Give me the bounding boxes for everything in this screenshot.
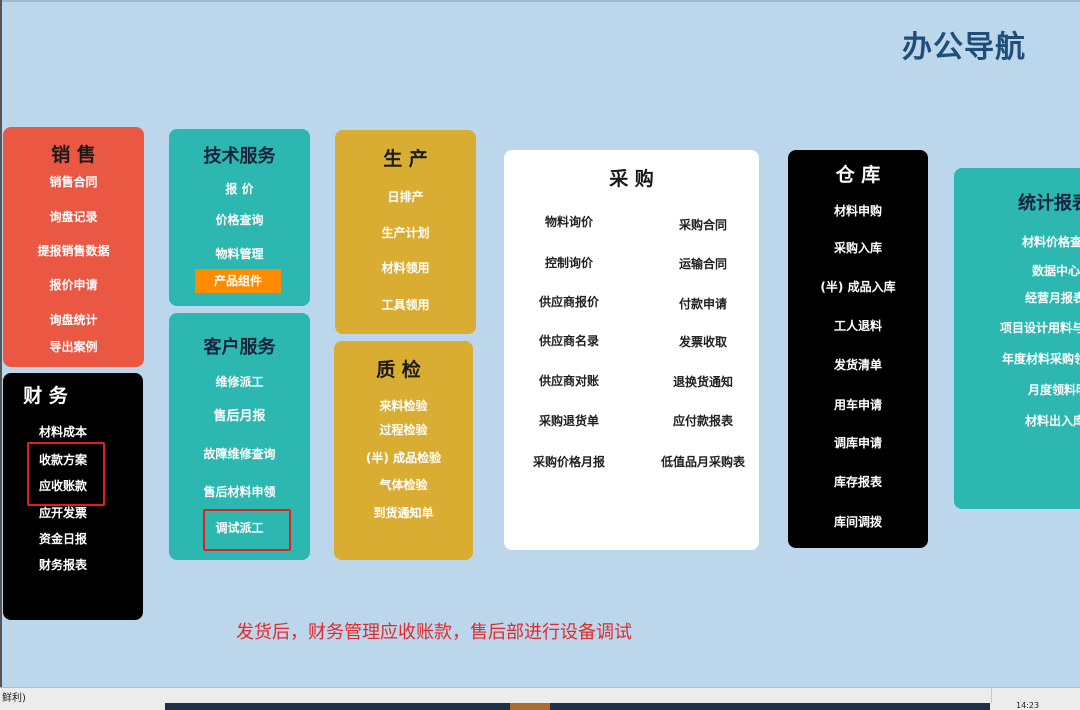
cs-item-fault-repair-query[interactable]: 故障维修查询	[169, 445, 310, 462]
finance-item-invoices-due[interactable]: 应开发票	[39, 504, 87, 521]
qc-item-gas-inspection[interactable]: 气体检验	[334, 476, 473, 493]
prod-item-tool-issue[interactable]: 工具领用	[335, 296, 476, 313]
warehouse-title: 仓 库	[835, 164, 881, 186]
tech-service-title: 技术服务	[203, 146, 276, 167]
stats-item-project-design-material[interactable]: 项目设计用料与	[1000, 319, 1080, 336]
qc-item-product-inspection[interactable]: (半) 成品检验	[334, 449, 473, 466]
purchase-item-return-notice[interactable]: 退换货通知	[648, 373, 758, 390]
left-border	[0, 0, 2, 687]
production-panel: 生 产 日排产 生产计划 材料领用 工具领用	[335, 130, 476, 334]
prod-item-daily-schedule[interactable]: 日排产	[335, 188, 476, 205]
wh-item-transfer-request[interactable]: 调库申请	[788, 434, 928, 451]
qc-item-incoming-inspection[interactable]: 来料检验	[334, 397, 473, 414]
purchase-item-control-inquiry[interactable]: 控制询价	[517, 254, 621, 271]
purchase-panel: 采 购 物料询价 控制询价 供应商报价 供应商名录 供应商对账 采购退货单 采购…	[504, 150, 759, 550]
sales-item-export-cases[interactable]: 导出案例	[3, 338, 144, 355]
qc-item-process-inspection[interactable]: 过程检验	[334, 421, 473, 438]
purchase-item-invoice-receipt[interactable]: 发票收取	[648, 333, 758, 350]
page-title: 办公导航	[902, 30, 1026, 65]
wh-item-worker-return[interactable]: 工人退料	[788, 317, 928, 334]
stats-item-material-price[interactable]: 材料价格查	[1022, 233, 1080, 250]
finance-item-daily-funds[interactable]: 资金日报	[39, 530, 87, 547]
customer-service-title: 客户服务	[203, 337, 276, 358]
wh-item-shipping-list[interactable]: 发货清单	[788, 356, 928, 373]
customer-service-panel: 客户服务 维修派工 售后月报 故障维修查询 售后材料申领 调试派工	[169, 313, 310, 560]
finance-panel: 财 务 材料成本 收款方案 应收账款 应开发票 资金日报 财务报表	[3, 373, 143, 620]
finance-item-receivables[interactable]: 应收账款	[39, 477, 87, 494]
sales-item-inquiry-stats[interactable]: 询盘统计	[3, 311, 144, 328]
finance-item-material-cost[interactable]: 材料成本	[39, 423, 87, 440]
sales-title: 销 售	[51, 144, 96, 166]
purchase-title: 采 购	[609, 168, 654, 190]
workflow-note: 发货后，财务管理应收账款，售后部进行设备调试	[236, 622, 632, 643]
stats-item-annual-purchase[interactable]: 年度材料采购领	[1002, 350, 1080, 367]
prod-item-production-plan[interactable]: 生产计划	[335, 224, 476, 241]
sales-item-contract[interactable]: 销售合同	[3, 173, 144, 190]
taskbar-apps[interactable]	[165, 703, 990, 710]
finance-title: 财 务	[23, 385, 68, 407]
tech-item-price-query[interactable]: 价格查询	[169, 211, 310, 228]
sales-item-inquiry-record[interactable]: 询盘记录	[3, 208, 144, 225]
status-divider	[991, 688, 992, 704]
stats-item-monthly-report[interactable]: 经营月报表	[1025, 289, 1080, 306]
stats-title: 统计报表	[1018, 193, 1080, 214]
stats-item-data-center[interactable]: 数据中心	[1032, 262, 1080, 279]
wh-item-vehicle-request[interactable]: 用车申请	[788, 396, 928, 413]
sales-item-submit-data[interactable]: 提报销售数据	[3, 242, 144, 259]
purchase-item-return-order[interactable]: 采购退货单	[517, 412, 621, 429]
finance-item-financial-reports[interactable]: 财务报表	[39, 556, 87, 573]
purchase-item-payables-report[interactable]: 应付款报表	[648, 412, 758, 429]
stats-panel: 统计报表 材料价格查 数据中心 经营月报表 项目设计用料与 年度材料采购领 月度…	[954, 168, 1080, 509]
cs-item-commissioning-dispatch[interactable]: 调试派工	[169, 519, 310, 536]
taskbar-active-app[interactable]	[510, 703, 550, 710]
quality-panel: 质 检 来料检验 过程检验 (半) 成品检验 气体检验 到货通知单	[334, 341, 473, 560]
wh-item-inter-warehouse-transfer[interactable]: 库间调拨	[788, 513, 928, 530]
tech-item-material-mgmt[interactable]: 物料管理	[169, 245, 310, 262]
status-bar: 鲜利)	[0, 687, 1080, 704]
prod-item-material-issue[interactable]: 材料领用	[335, 259, 476, 276]
status-text: 鲜利)	[2, 693, 26, 704]
wh-item-product-inbound[interactable]: (半) 成品入库	[788, 278, 928, 295]
taskbar: 14:23	[0, 701, 1080, 710]
purchase-item-supplier-reconcile[interactable]: 供应商对账	[517, 372, 621, 389]
stats-item-monthly-material[interactable]: 月度领料明	[1028, 381, 1080, 398]
quality-title: 质 检	[376, 359, 421, 381]
qc-item-arrival-notice[interactable]: 到货通知单	[334, 504, 473, 521]
tech-item-quote[interactable]: 报 价	[169, 180, 310, 197]
sales-item-quote-request[interactable]: 报价申请	[3, 276, 144, 293]
cs-item-repair-dispatch[interactable]: 维修派工	[169, 373, 310, 390]
purchase-item-payment-request[interactable]: 付款申请	[648, 295, 758, 312]
cs-item-aftersales-monthly[interactable]: 售后月报	[169, 405, 310, 424]
sales-panel: 销 售 销售合同 询盘记录 提报销售数据 报价申请 询盘统计 导出案例	[3, 127, 144, 367]
wh-item-inventory-report[interactable]: 库存报表	[788, 473, 928, 490]
taskbar-clock: 14:23	[1016, 701, 1040, 710]
purchase-item-supplier-quote[interactable]: 供应商报价	[517, 293, 621, 310]
purchase-item-supplier-list[interactable]: 供应商名录	[517, 332, 621, 349]
cs-item-aftersales-material-request[interactable]: 售后材料申领	[169, 483, 310, 500]
purchase-item-material-inquiry[interactable]: 物料询价	[517, 213, 621, 230]
finance-item-collection-plan[interactable]: 收款方案	[39, 451, 87, 468]
tech-service-panel: 技术服务 报 价 价格查询 物料管理 产品组件	[169, 129, 310, 306]
production-title: 生 产	[383, 148, 428, 170]
tech-item-product-components[interactable]: 产品组件	[195, 269, 281, 293]
stats-item-material-inout[interactable]: 材料出入库明	[1025, 412, 1080, 429]
wh-item-material-requisition[interactable]: 材料申购	[788, 202, 928, 219]
purchase-item-transport-contract[interactable]: 运输合同	[648, 255, 758, 272]
purchase-item-low-value-monthly[interactable]: 低值品月采购表	[648, 453, 758, 470]
top-border	[0, 0, 1080, 2]
wh-item-purchase-inbound[interactable]: 采购入库	[788, 239, 928, 256]
warehouse-panel: 仓 库 材料申购 采购入库 (半) 成品入库 工人退料 发货清单 用车申请 调库…	[788, 150, 928, 548]
purchase-item-price-monthly[interactable]: 采购价格月报	[517, 453, 621, 470]
purchase-item-purchase-contract[interactable]: 采购合同	[648, 216, 758, 233]
